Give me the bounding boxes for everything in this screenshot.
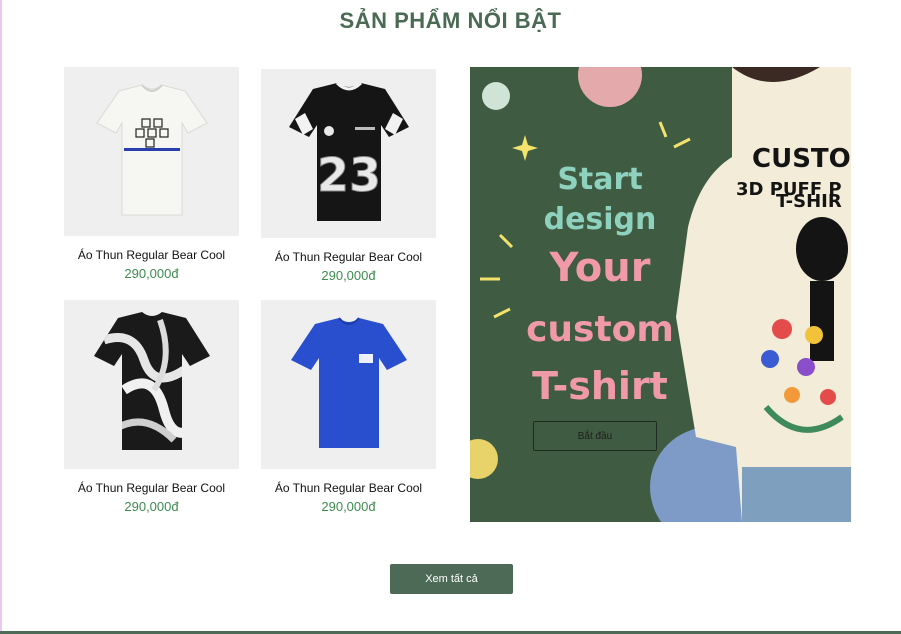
product-price: 290,000đ: [321, 499, 376, 514]
product-card[interactable]: 23 Áo Thun Regular Bear Cool 290,000đ: [261, 69, 436, 283]
product-card[interactable]: Áo Thun Regular Bear Cool 290,000đ: [64, 300, 239, 514]
banner-headline: custom: [526, 309, 674, 350]
product-image[interactable]: [261, 300, 436, 469]
product-price: 290,000đ: [124, 499, 179, 514]
spark-line: [658, 121, 668, 138]
product-image[interactable]: [64, 67, 239, 236]
custom-tshirt-banner[interactable]: CUSTO 3D PUFF P T-SHIR Start design Your…: [470, 67, 851, 522]
white-tshirt-icon: [96, 84, 208, 216]
product-card[interactable]: Áo Thun Regular Bear Cool 290,000đ: [64, 67, 239, 281]
start-button[interactable]: Bắt đầu: [533, 421, 657, 451]
spark-line: [498, 233, 514, 249]
sparkle-icon: [512, 135, 538, 161]
product-card[interactable]: Áo Thun Regular Bear Cool 290,000đ: [261, 300, 436, 514]
blue-tshirt-icon: [291, 317, 407, 448]
decor-circle: [578, 67, 642, 107]
decor-circle: [470, 439, 498, 479]
section-title: SẢN PHẨM NỔI BẬT: [339, 8, 562, 33]
black-white-pattern-tshirt-icon: [94, 312, 210, 450]
product-name[interactable]: Áo Thun Regular Bear Cool: [261, 250, 436, 264]
black-jersey-23-icon: 23: [289, 81, 409, 221]
view-all-button[interactable]: Xem tất cả: [390, 564, 513, 594]
product-name[interactable]: Áo Thun Regular Bear Cool: [64, 248, 239, 262]
spark-line: [493, 307, 511, 319]
product-image[interactable]: 23: [261, 69, 436, 238]
product-price: 290,000đ: [124, 266, 179, 281]
svg-text:23: 23: [317, 148, 381, 202]
shirt-print-text: CUSTO: [752, 144, 851, 174]
banner-headline: Start: [557, 162, 642, 197]
banner-headline: design: [544, 202, 657, 237]
page-left-border: [0, 0, 2, 634]
spark-line: [673, 137, 691, 149]
product-name[interactable]: Áo Thun Regular Bear Cool: [261, 481, 436, 495]
product-name[interactable]: Áo Thun Regular Bear Cool: [64, 481, 239, 495]
banner-headline: T-shirt: [532, 364, 668, 408]
product-price: 290,000đ: [321, 268, 376, 283]
decor-circle: [482, 82, 510, 110]
shirt-print-text: T-SHIR: [776, 191, 842, 212]
product-image[interactable]: [64, 300, 239, 469]
banner-headline: Your: [549, 245, 651, 291]
banner-artwork: CUSTO 3D PUFF P T-SHIR Start design Your…: [470, 67, 851, 522]
